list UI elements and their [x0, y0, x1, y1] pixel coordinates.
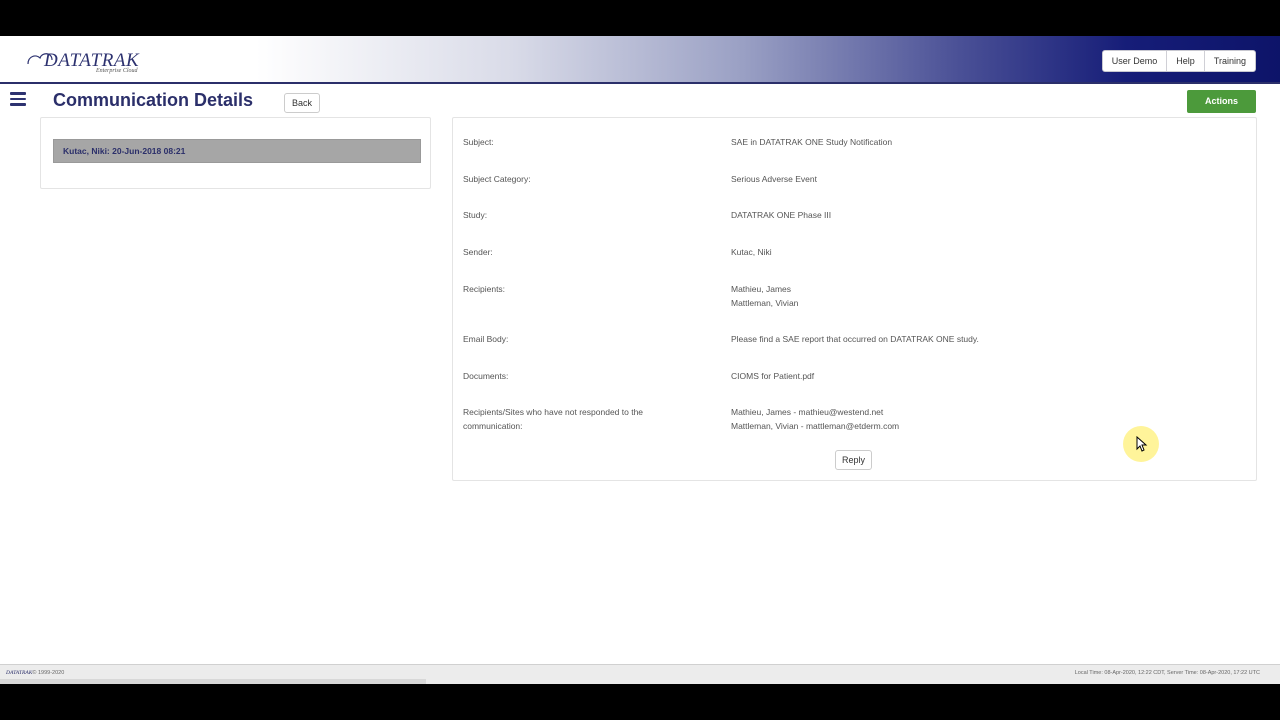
footer-copyright: © 1999-2020: [32, 670, 65, 676]
not-responded-value: Mathieu, James - mathieu@westend.net Mat…: [731, 405, 1231, 433]
communication-list-panel: Kutac, Niki: 20-Jun-2018 08:21: [40, 117, 431, 189]
email-body-value: Please find a SAE report that occurred o…: [731, 334, 979, 344]
category-label: Subject Category:: [463, 174, 531, 184]
sender-label: Sender:: [463, 247, 493, 257]
not-responded-label: Recipients/Sites who have not responded …: [463, 407, 644, 431]
recipient-item: Mathieu, James: [731, 284, 791, 294]
subject-value: SAE in DATATRAK ONE Study Notification: [731, 137, 893, 147]
back-button[interactable]: Back: [284, 93, 321, 113]
mouse-cursor-icon: [1136, 436, 1148, 452]
app-header: DATATRAK Enterprise Cloud User Demo Help…: [0, 36, 1280, 84]
subject-label: Subject:: [463, 137, 494, 147]
recipients-label: Recipients:: [463, 284, 506, 294]
server-time-text: Local Time: 08-Apr-2020, 12:22 CDT, Serv…: [1074, 670, 1260, 676]
footer-brand: DATATRAK: [6, 670, 33, 676]
copyright-text: DATATRAK© 1999-2020: [6, 670, 64, 676]
recipient-item: Mattleman, Vivian: [731, 298, 799, 308]
horizontal-scrollbar[interactable]: [0, 679, 426, 684]
document-link[interactable]: CIOMS for Patient.pdf: [731, 369, 1231, 383]
not-responded-item: Mathieu, James - mathieu@westend.net: [731, 407, 884, 417]
training-button[interactable]: Training: [1203, 51, 1255, 71]
documents-label: Documents:: [463, 371, 509, 381]
email-body-label: Email Body:: [463, 334, 509, 344]
actions-button[interactable]: Actions: [1187, 90, 1256, 113]
reply-button[interactable]: Reply: [835, 450, 873, 470]
help-button[interactable]: Help: [1166, 51, 1204, 71]
logo-subtitle: Enterprise Cloud: [96, 68, 138, 74]
study-label: Study:: [463, 210, 488, 220]
sender-value: Kutac, Niki: [731, 247, 772, 257]
user-demo-button[interactable]: User Demo: [1103, 51, 1167, 71]
hamburger-menu-icon[interactable]: [10, 92, 26, 106]
category-value: Serious Adverse Event: [731, 174, 817, 184]
communication-list-item[interactable]: Kutac, Niki: 20-Jun-2018 08:21: [53, 139, 421, 163]
app-window: DATATRAK Enterprise Cloud User Demo Help…: [0, 36, 1280, 684]
recipients-value: Mathieu, James Mattleman, Vivian: [731, 282, 1231, 310]
page-title: Communication Details: [53, 90, 254, 110]
header-button-group: User Demo Help Training: [1101, 50, 1256, 72]
not-responded-item: Mattleman, Vivian - mattleman@etderm.com: [731, 421, 900, 431]
study-value: DATATRAK ONE Phase III: [731, 210, 832, 220]
